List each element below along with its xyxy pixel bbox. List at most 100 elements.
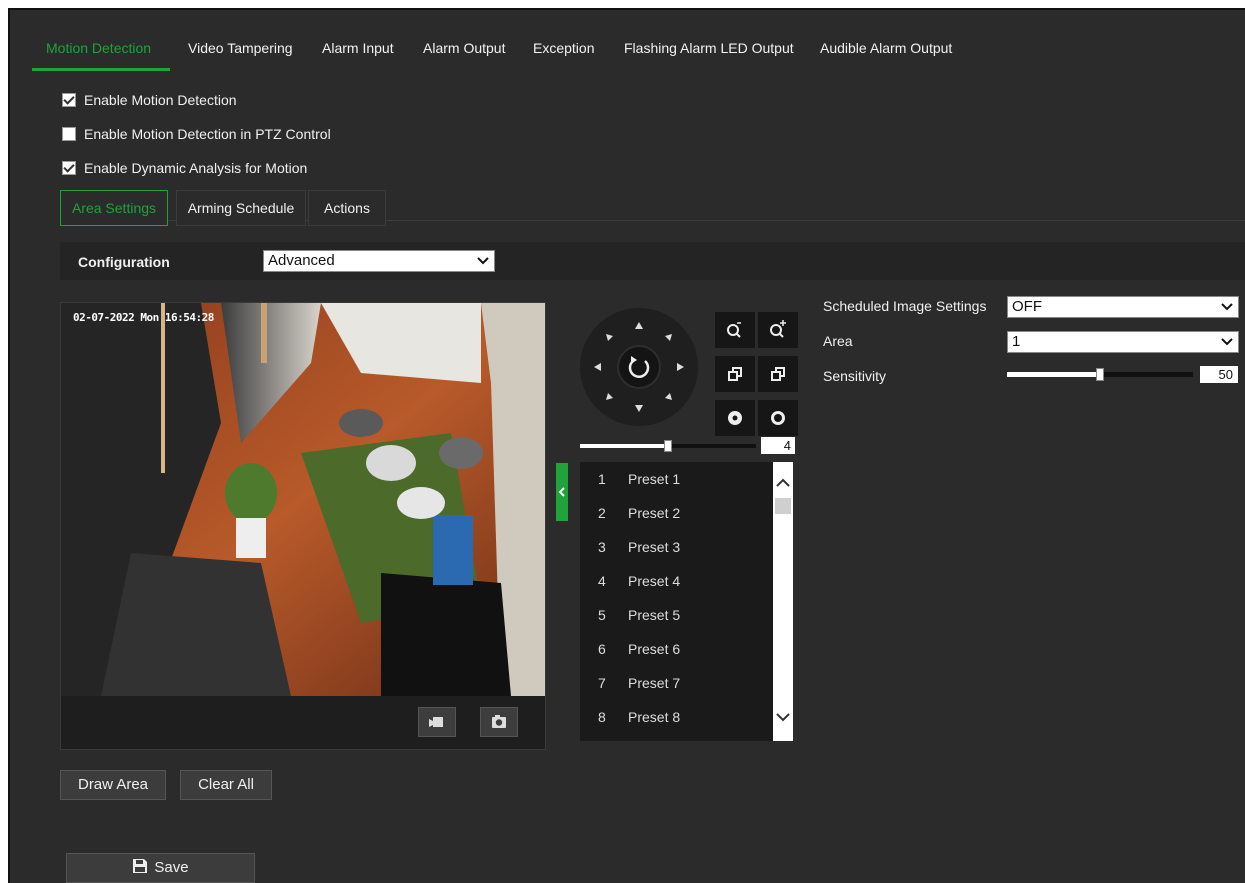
preset-number: 4 — [598, 573, 606, 589]
arrow-down-right-icon[interactable] — [665, 393, 672, 400]
tab-actions[interactable]: Actions — [308, 190, 386, 226]
tab-video-tampering[interactable]: Video Tampering — [188, 40, 293, 56]
tab-exception[interactable]: Exception — [533, 40, 594, 56]
motion-detection-page: Motion Detection Video Tampering Alarm I… — [8, 8, 1245, 883]
preset-list: 1 Preset 1 2 Preset 2 3 Preset 3 4 Preset 4 … — [580, 462, 793, 741]
chevron-left-icon — [558, 487, 565, 497]
zoom-out-icon — [727, 322, 741, 338]
arrow-up-icon[interactable] — [635, 322, 643, 329]
focus-far-icon — [771, 367, 785, 381]
preset-number: 7 — [598, 675, 606, 691]
preset-name: Preset 6 — [628, 641, 681, 657]
preset-name: Preset 2 — [628, 505, 681, 521]
tab-alarm-input[interactable]: Alarm Input — [322, 40, 394, 56]
preset-name: Preset 4 — [628, 573, 681, 589]
preset-item[interactable]: 1 Preset 1 — [580, 462, 773, 496]
ptz-speed-slider[interactable] — [580, 440, 756, 452]
enable-ptz-motion-detection-checkbox[interactable] — [62, 127, 76, 141]
iris-open-button[interactable] — [758, 400, 798, 436]
draw-area-button[interactable]: Draw Area — [60, 770, 166, 800]
arrow-left-icon[interactable] — [594, 363, 601, 371]
sensitivity-value[interactable]: 50 — [1200, 366, 1238, 383]
preset-number: 2 — [598, 505, 606, 521]
ptz-speed-thumb[interactable] — [664, 440, 672, 452]
preset-name: Preset 5 — [628, 607, 681, 623]
area-select[interactable]: 1 — [1007, 331, 1239, 353]
enable-motion-detection-row[interactable]: Enable Motion Detection — [62, 92, 237, 108]
chevron-down-icon — [477, 257, 489, 265]
scheduled-image-settings-label: Scheduled Image Settings — [823, 298, 987, 314]
chevron-down-icon[interactable] — [776, 713, 790, 722]
preset-name: Preset 3 — [628, 539, 681, 555]
preset-item[interactable]: 7 Preset 7 — [580, 666, 773, 700]
preset-number: 5 — [598, 607, 606, 623]
zoom-out-button[interactable] — [715, 312, 755, 348]
ptz-direction-pad[interactable] — [580, 308, 698, 426]
enable-dynamic-analysis-label: Enable Dynamic Analysis for Motion — [84, 160, 308, 176]
chevron-down-icon — [1221, 338, 1233, 346]
clear-all-button[interactable]: Clear All — [180, 770, 272, 800]
enable-dynamic-analysis-row[interactable]: Enable Dynamic Analysis for Motion — [62, 160, 307, 176]
arrow-right-icon[interactable] — [677, 363, 684, 371]
tab-flashing-alarm-led-output[interactable]: Flashing Alarm LED Output — [624, 40, 794, 56]
rotate-icon — [628, 356, 650, 378]
arrow-up-right-icon[interactable] — [665, 334, 672, 341]
preset-item[interactable]: 4 Preset 4 — [580, 564, 773, 598]
tab-audible-alarm-output[interactable]: Audible Alarm Output — [820, 40, 952, 56]
preset-item[interactable]: 2 Preset 2 — [580, 496, 773, 530]
tab-motion-detection[interactable]: Motion Detection — [46, 40, 151, 56]
ptz-speed-fill — [580, 444, 668, 448]
save-label: Save — [154, 859, 189, 876]
enable-dynamic-analysis-checkbox[interactable] — [62, 161, 76, 175]
preset-name: Preset 1 — [628, 471, 681, 487]
record-icon — [429, 717, 443, 727]
floppy-disk-icon — [133, 859, 148, 873]
save-button[interactable]: Save — [66, 853, 255, 883]
preset-item[interactable]: 8 Preset 8 — [580, 700, 773, 734]
preset-number: 1 — [598, 471, 606, 487]
active-tab-underline — [32, 68, 170, 71]
preset-panel-toggle[interactable] — [556, 463, 568, 521]
preset-number: 8 — [598, 709, 606, 725]
sensitivity-thumb[interactable] — [1096, 368, 1104, 381]
enable-ptz-motion-detection-label: Enable Motion Detection in PTZ Control — [84, 126, 331, 142]
focus-far-button[interactable] — [758, 356, 798, 392]
preset-item[interactable]: 3 Preset 3 — [580, 530, 773, 564]
configuration-value: Advanced — [268, 252, 335, 269]
live-video-panel: 02-07-2022 Mon 16:54:28 — [60, 302, 546, 750]
tab-alarm-output[interactable]: Alarm Output — [423, 40, 505, 56]
iris-open-icon — [771, 411, 785, 425]
tab-area-settings[interactable]: Area Settings — [60, 190, 168, 226]
camera-icon — [492, 715, 506, 728]
scheduled-image-settings-select[interactable]: OFF — [1007, 296, 1239, 318]
preset-item[interactable]: 6 Preset 6 — [580, 632, 773, 666]
sensitivity-slider[interactable] — [1007, 368, 1193, 381]
iris-close-icon — [728, 411, 742, 425]
preset-number: 6 — [598, 641, 606, 657]
preset-scrollbar[interactable] — [773, 462, 793, 741]
snapshot-button[interactable] — [480, 707, 518, 737]
ptz-speed-value[interactable]: 4 — [761, 437, 795, 454]
enable-ptz-motion-detection-row[interactable]: Enable Motion Detection in PTZ Control — [62, 126, 331, 142]
iris-close-button[interactable] — [715, 400, 755, 436]
configuration-label: Configuration — [78, 254, 170, 270]
auto-rotate-button[interactable] — [617, 345, 661, 389]
configuration-select[interactable]: Advanced — [263, 250, 495, 272]
sensitivity-fill — [1007, 372, 1100, 377]
arrow-down-icon[interactable] — [635, 405, 643, 412]
sensitivity-label: Sensitivity — [823, 368, 887, 384]
focus-near-button[interactable] — [715, 356, 755, 392]
area-value: 1 — [1012, 333, 1021, 350]
scrollbar-thumb[interactable] — [775, 498, 791, 514]
enable-motion-detection-label: Enable Motion Detection — [84, 92, 237, 108]
record-button[interactable] — [418, 707, 456, 737]
arrow-up-left-icon[interactable] — [606, 334, 613, 341]
tab-arming-schedule[interactable]: Arming Schedule — [176, 190, 306, 226]
area-label: Area — [823, 333, 853, 349]
chevron-up-icon[interactable] — [776, 478, 790, 487]
chevron-down-icon — [1221, 303, 1233, 311]
preset-item[interactable]: 5 Preset 5 — [580, 598, 773, 632]
arrow-down-left-icon[interactable] — [606, 393, 613, 400]
zoom-in-button[interactable] — [758, 312, 798, 348]
enable-motion-detection-checkbox[interactable] — [62, 93, 76, 107]
